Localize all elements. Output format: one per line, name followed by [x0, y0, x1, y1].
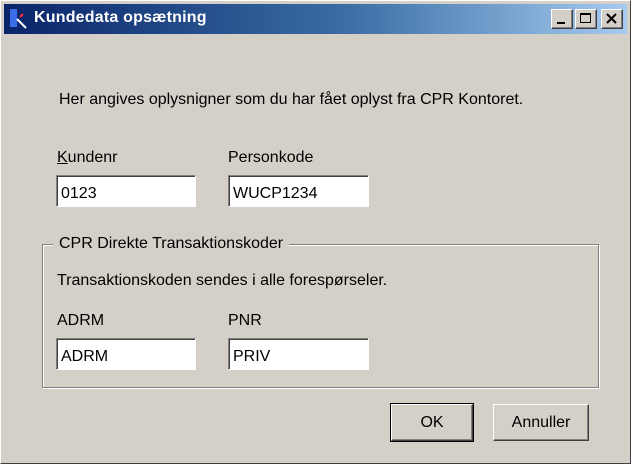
- title-bar[interactable]: Kundedata opsætning: [4, 4, 627, 34]
- kundenr-accelerator: K: [57, 149, 68, 166]
- kundenr-input[interactable]: [56, 175, 196, 207]
- group-description: Transaktionskoden sendes i alle forespør…: [57, 272, 388, 289]
- ok-button[interactable]: OK: [390, 403, 474, 442]
- personkode-input[interactable]: [228, 175, 369, 207]
- maximize-icon: [580, 13, 591, 23]
- maximize-button[interactable]: [575, 9, 597, 29]
- pnr-label: PNR: [228, 312, 262, 329]
- intro-text: Her angives oplysnigner som du har fået …: [59, 91, 524, 108]
- minimize-button[interactable]: [551, 9, 573, 29]
- close-icon: [606, 13, 617, 24]
- window-title: Kundedata opsætning: [34, 9, 207, 26]
- personkode-label: Personkode: [228, 149, 314, 166]
- adrm-label: ADRM: [57, 312, 105, 329]
- cpr-app-icon: [8, 7, 32, 31]
- pnr-input[interactable]: [228, 338, 369, 370]
- kundenr-label: Kundenr: [57, 149, 118, 167]
- kundenr-label-text: undenr: [67, 149, 118, 166]
- dialog-window: Kundedata opsætning Her angives oplysnig…: [0, 0, 631, 464]
- minimize-icon: [557, 22, 565, 24]
- group-legend: CPR Direkte Transaktionskoder: [53, 235, 290, 253]
- close-button[interactable]: [601, 9, 623, 29]
- adrm-input[interactable]: [56, 338, 196, 370]
- cancel-button[interactable]: Annuller: [493, 404, 589, 441]
